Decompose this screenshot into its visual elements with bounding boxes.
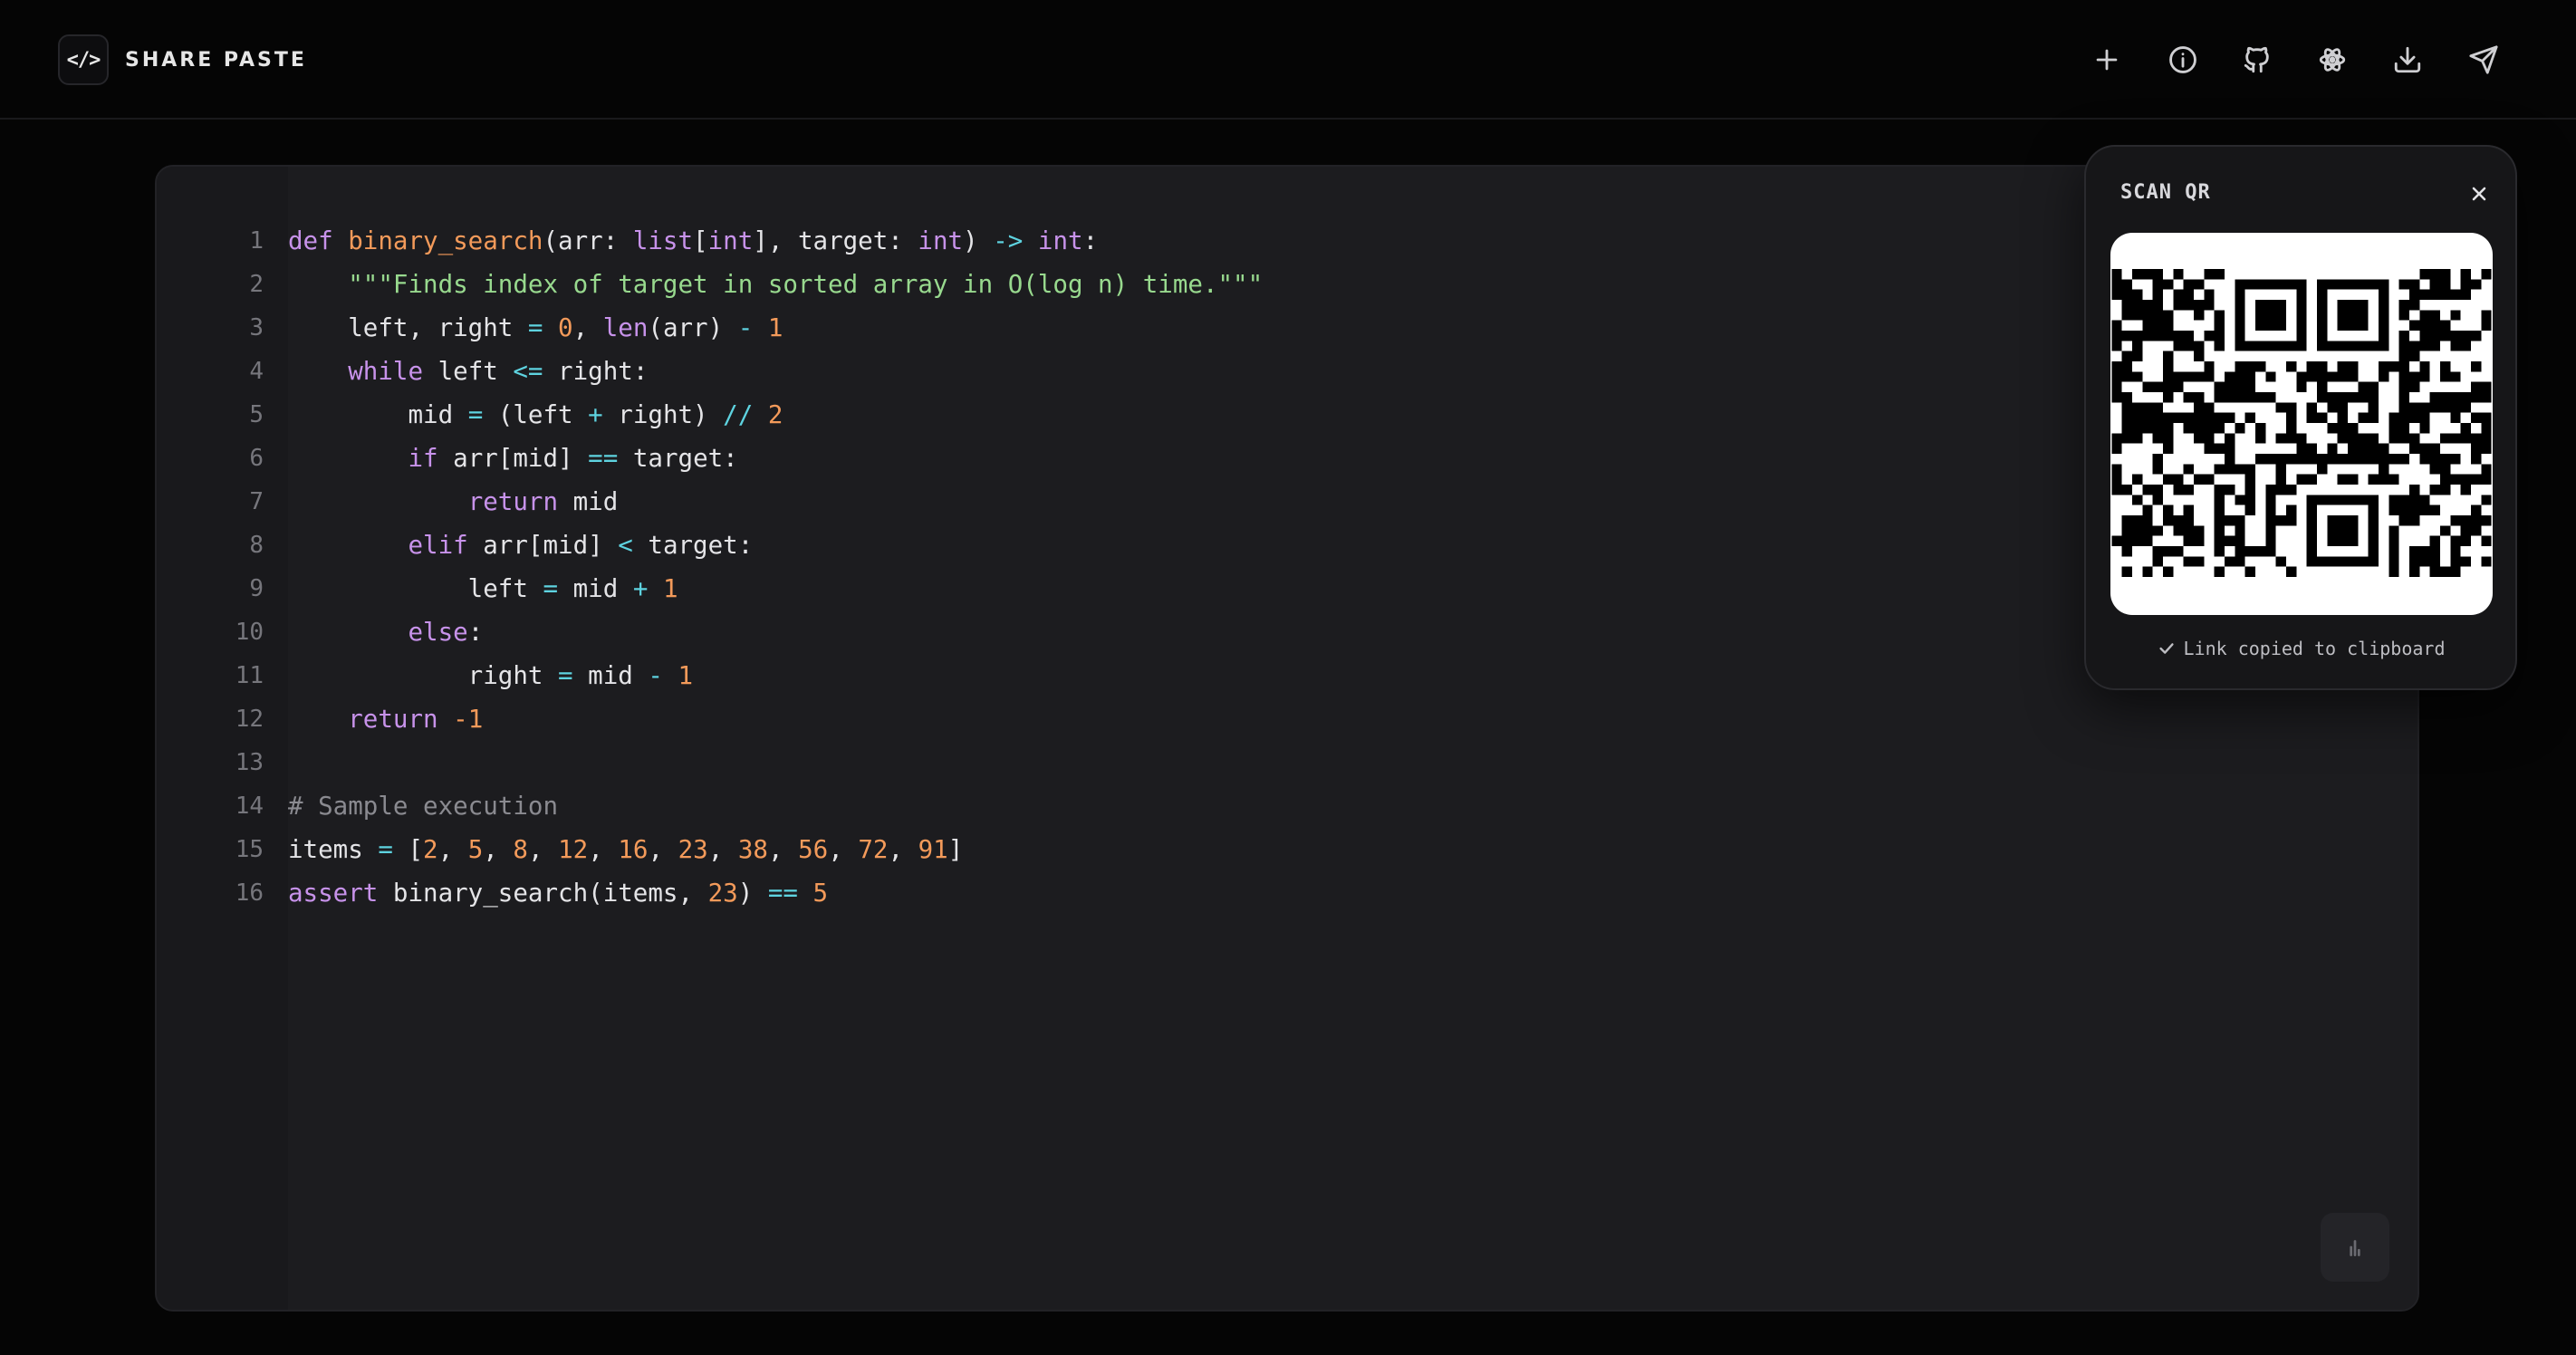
bar-chart-icon — [2350, 1240, 2360, 1257]
code-text: else: — [408, 618, 484, 647]
code-line: 16 assert binary_search(items, 23) == 5 — [157, 871, 2331, 915]
code-line: 2 """Finds index of target in sorted arr… — [157, 263, 2331, 306]
qr-code — [2110, 233, 2493, 615]
line-number: 14 — [235, 793, 264, 820]
code-text: items = [2, 5, 8, 12, 16, 23, 38, 56, 72… — [288, 835, 964, 864]
code-line: 5 mid = (left + right) // 2 — [157, 393, 2331, 437]
code-line: 15 items = [2, 5, 8, 12, 16, 23, 38, 56,… — [157, 828, 2331, 871]
send-icon — [2469, 45, 2498, 74]
code-line: 13 — [157, 741, 2331, 784]
line-number: 4 — [249, 358, 264, 385]
info-button[interactable] — [2159, 36, 2206, 83]
new-paste-button[interactable] — [2083, 36, 2130, 83]
react-button[interactable] — [2309, 36, 2356, 83]
code-editor[interactable]: 1 def binary_search(arr: list[int], targ… — [155, 165, 2419, 1312]
code-text: while left <= right: — [348, 357, 649, 386]
line-number: 16 — [235, 879, 264, 907]
stats-button[interactable] — [2321, 1213, 2389, 1282]
code-text: """Finds index of target in sorted array… — [348, 270, 1264, 299]
code-text: left, right = 0, len(arr) - 1 — [288, 313, 783, 342]
line-number: 5 — [249, 401, 264, 428]
code-text: return -1 — [348, 705, 484, 734]
download-button[interactable] — [2384, 36, 2431, 83]
code-line: 14 # Sample execution — [157, 784, 2331, 828]
line-number: 2 — [249, 271, 264, 298]
line-number: 9 — [249, 575, 264, 602]
qr-popup: SCAN QR Link copied to clipboard — [2084, 145, 2517, 690]
github-button[interactable] — [2234, 36, 2281, 83]
line-number: 8 — [249, 532, 264, 559]
code-text: assert binary_search(items, 23) == 5 — [288, 879, 829, 908]
line-number: 3 — [249, 314, 264, 341]
copy-status-text: Link copied to clipboard — [2183, 638, 2446, 659]
top-bar: </> SHARE PASTE — [0, 0, 2576, 120]
react-icon — [2319, 48, 2346, 72]
code-text: left = mid + 1 — [288, 574, 678, 603]
code-line: 11 right = mid - 1 — [157, 654, 2331, 697]
code-line: 3 left, right = 0, len(arr) - 1 — [157, 306, 2331, 350]
code-brackets-icon: </> — [58, 34, 109, 85]
code-text: right = mid - 1 — [288, 661, 694, 690]
code-line: 8 elif arr[mid] < target: — [157, 524, 2331, 567]
copy-status: Link copied to clipboard — [2086, 638, 2515, 659]
logo[interactable]: </> SHARE PASTE — [58, 34, 307, 85]
share-button[interactable] — [2460, 36, 2507, 83]
code-text: if arr[mid] == target: — [408, 444, 738, 473]
line-number: 15 — [235, 836, 264, 863]
plus-icon — [2096, 49, 2118, 71]
line-number: 1 — [249, 227, 264, 255]
code-text: mid = (left + right) // 2 — [288, 400, 783, 429]
code-line: 4 while left <= right: — [157, 350, 2331, 393]
close-button[interactable] — [2463, 178, 2495, 210]
info-icon — [2169, 46, 2196, 73]
code-line: 9 left = mid + 1 — [157, 567, 2331, 610]
code-line: 7 return mid — [157, 480, 2331, 524]
code-text: return mid — [467, 487, 619, 516]
line-number: 7 — [249, 488, 264, 515]
line-number: 11 — [235, 662, 264, 689]
check-icon — [2157, 639, 2177, 658]
github-icon — [2244, 46, 2269, 73]
app-name: SHARE PASTE — [125, 48, 307, 72]
close-icon — [2472, 187, 2486, 201]
code-line: 6 if arr[mid] == target: — [157, 437, 2331, 480]
code-line: 1 def binary_search(arr: list[int], targ… — [157, 219, 2331, 263]
line-number: 13 — [235, 749, 264, 776]
line-number: 10 — [235, 619, 264, 646]
qr-popup-title: SCAN QR — [2120, 181, 2211, 204]
download-icon — [2394, 46, 2421, 73]
code-text: elif arr[mid] < target: — [408, 531, 754, 560]
code-text: # Sample execution — [288, 792, 559, 821]
line-number: 12 — [235, 706, 264, 733]
app-root: </> SHARE PASTE 1 def binary_search(arr:… — [0, 0, 2576, 1355]
line-number: 6 — [249, 445, 264, 472]
qr-code-image — [2111, 269, 2492, 577]
code-text: def binary_search(arr: list[int], target… — [288, 226, 1099, 255]
code-line: 10 else: — [157, 610, 2331, 654]
code-line: 12 return -1 — [157, 697, 2331, 741]
